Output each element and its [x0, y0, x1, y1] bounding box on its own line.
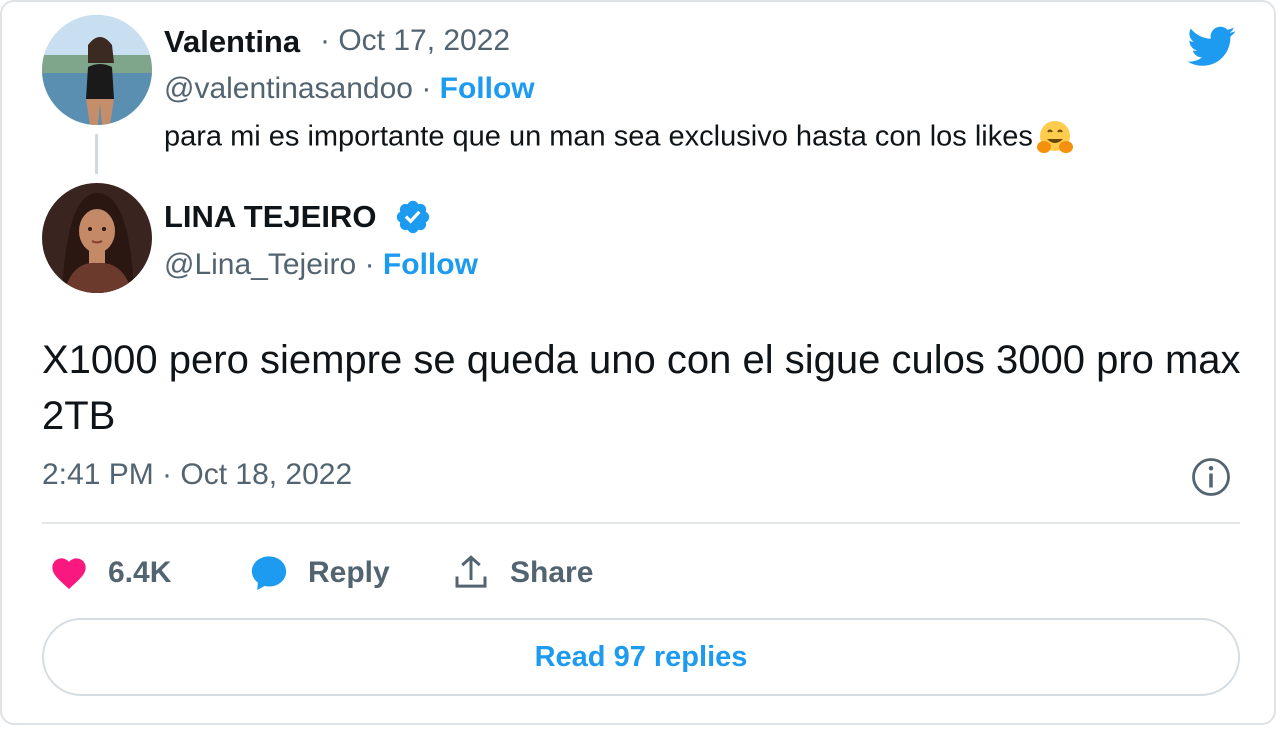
reply-label: Reply	[308, 556, 390, 589]
avatar-lina-tejeiro[interactable]	[42, 183, 152, 293]
share-label: Share	[510, 556, 594, 589]
author-name-reply[interactable]: LINA TEJEIRO	[164, 199, 376, 235]
original-tweet-text-content: para mi es importante que un man sea exc…	[164, 120, 1033, 153]
avatar-valentina[interactable]	[42, 15, 152, 125]
reply-button[interactable]: Reply	[248, 551, 390, 595]
tweet-date-original[interactable]: · Oct 17, 2022	[320, 24, 510, 58]
info-icon[interactable]	[1190, 456, 1232, 498]
tweet-embed-card: Valentina · Oct 17, 2022 @valentinasando…	[0, 0, 1276, 725]
author-handle-original[interactable]: @valentinasandoo	[164, 72, 413, 105]
reply-tweet-text: X1000 pero siempre se queda uno con el s…	[42, 338, 1241, 438]
verified-badge-icon	[396, 200, 430, 234]
handle-separator: ·	[421, 72, 432, 105]
hugging-face-emoji-icon	[1036, 121, 1073, 153]
read-replies-button[interactable]: Read 97 replies	[42, 618, 1240, 696]
author-name-original[interactable]: Valentina	[164, 24, 300, 60]
divider	[42, 522, 1240, 524]
heart-icon	[52, 558, 86, 589]
follow-button-original[interactable]: Follow	[440, 72, 535, 105]
comment-bubble-icon	[251, 556, 287, 590]
handle-separator: ·	[364, 248, 375, 281]
tweet-timestamp[interactable]: 2:41 PM · Oct 18, 2022	[42, 458, 352, 492]
author-handle-line-reply: @Lina_Tejeiro · Follow	[164, 248, 478, 282]
share-icon	[455, 555, 487, 588]
twitter-bird-icon[interactable]	[1184, 22, 1240, 70]
share-button[interactable]: Share	[450, 551, 593, 595]
author-handle-reply[interactable]: @Lina_Tejeiro	[164, 248, 356, 281]
like-count: 6.4K	[108, 556, 172, 589]
thread-connector-line	[95, 134, 98, 174]
follow-button-reply[interactable]: Follow	[383, 248, 478, 281]
like-button[interactable]: 6.4K	[48, 551, 171, 595]
original-tweet-text: para mi es importante que un man sea exc…	[164, 118, 1075, 158]
author-handle-line-original: @valentinasandoo · Follow	[164, 72, 535, 106]
